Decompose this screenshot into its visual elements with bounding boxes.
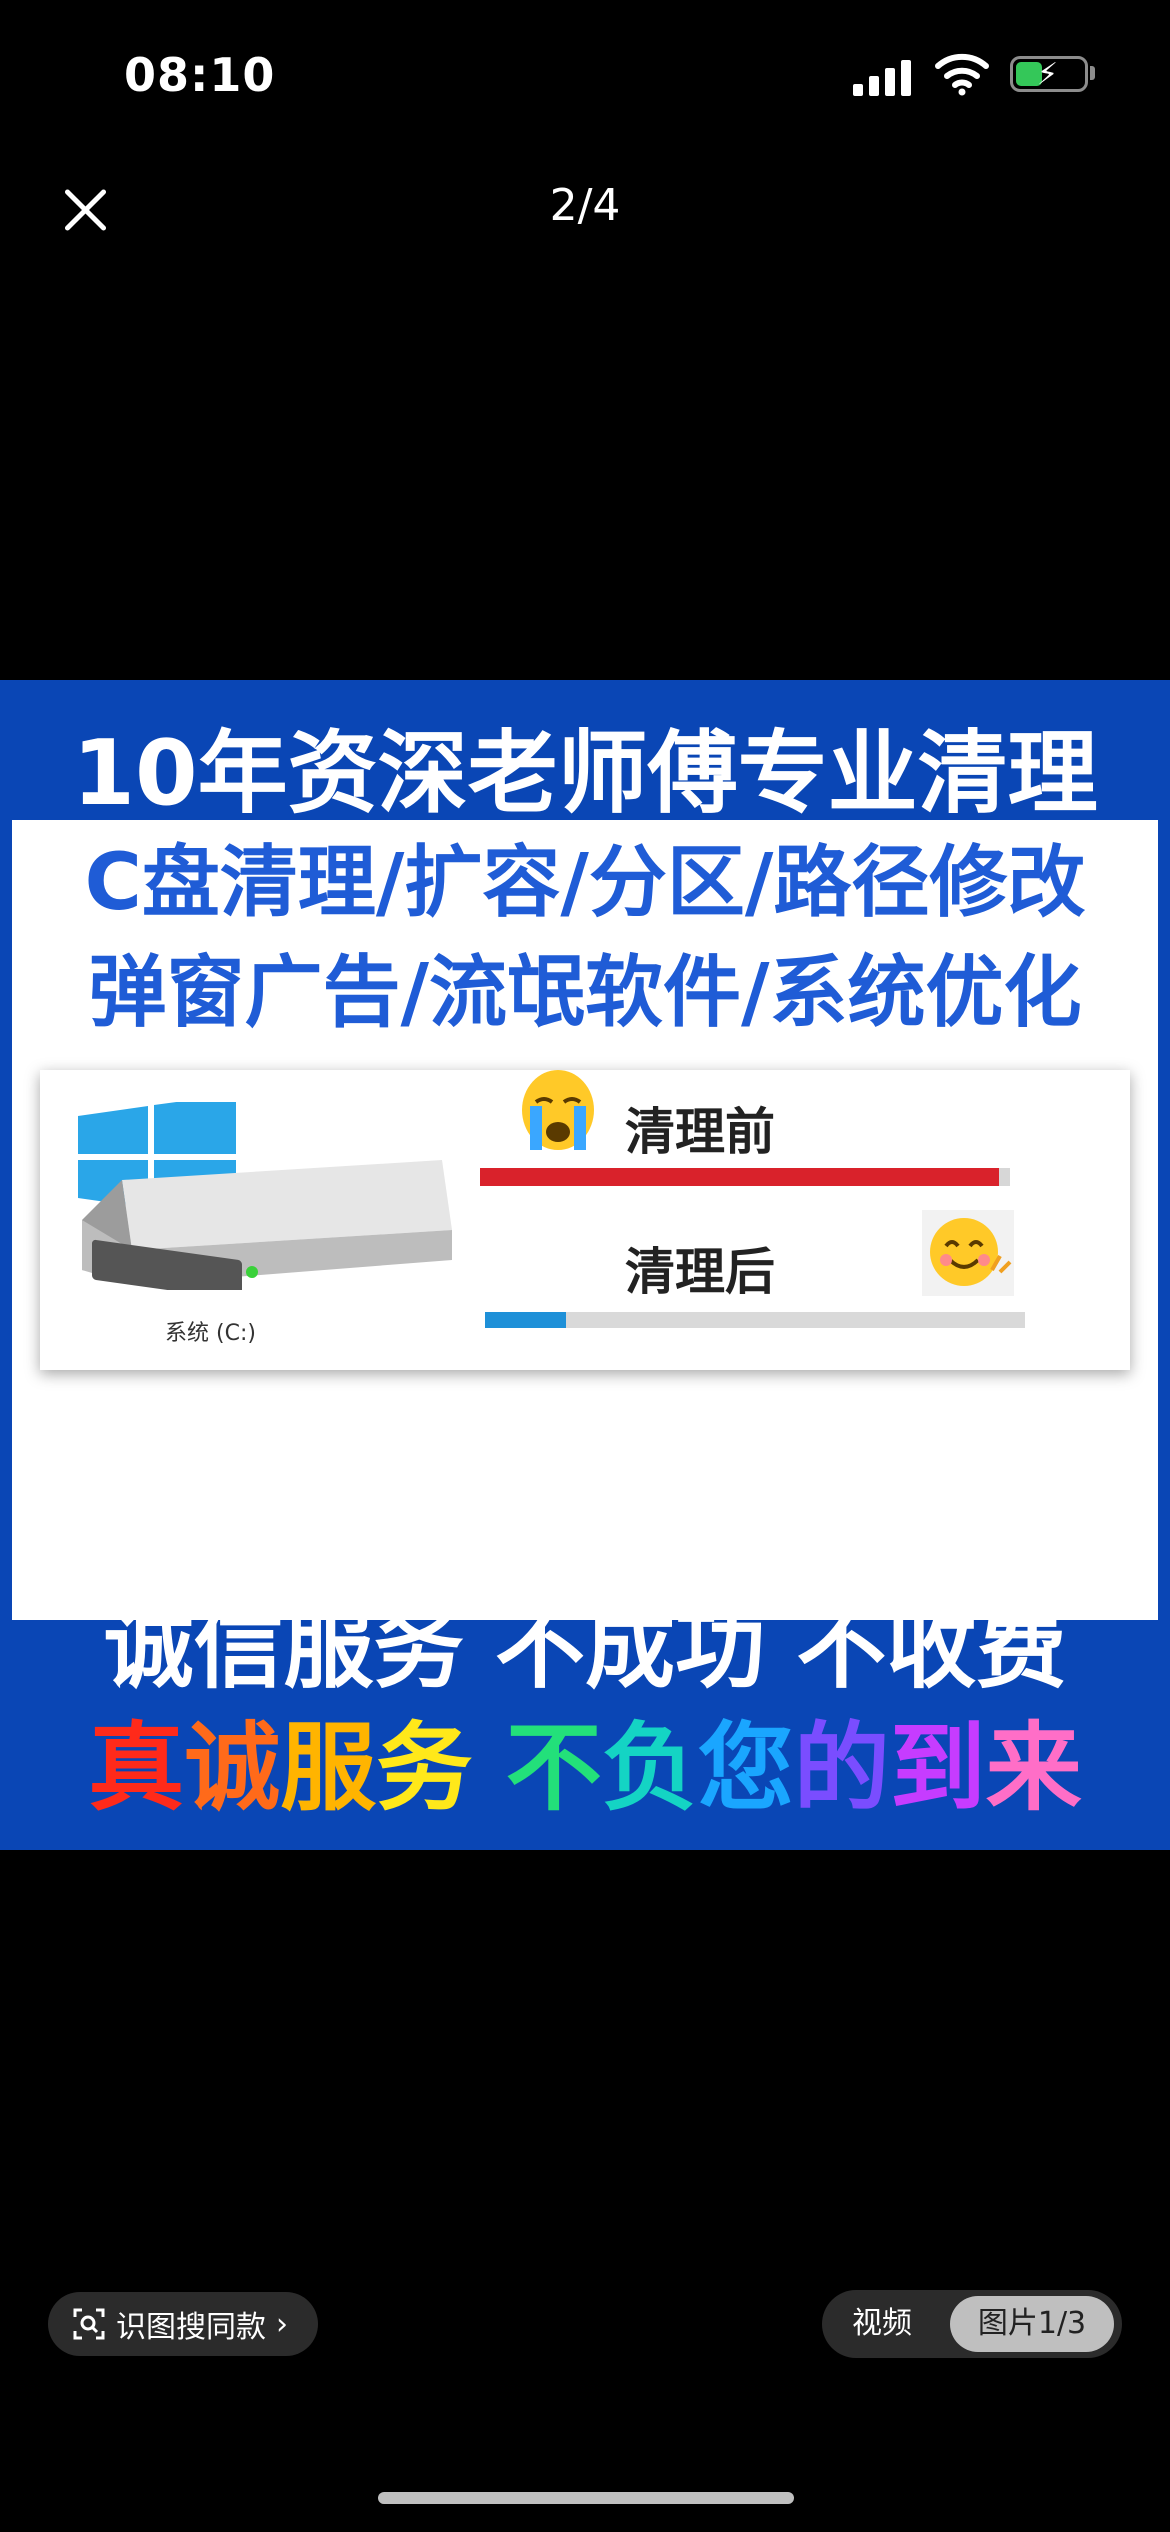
poster-rainbow-slogan: 真诚服务 不负您的到来	[0, 1690, 1170, 1829]
tab-video[interactable]: 视频	[852, 2290, 912, 2358]
rainbow-slogan-char: 负	[601, 1712, 698, 1824]
image-counter: 2/4	[549, 180, 621, 231]
smiling-emoji-icon	[922, 1210, 1014, 1296]
rainbow-slogan-char: 不	[505, 1712, 602, 1824]
rainbow-slogan-char: 诚	[184, 1712, 281, 1824]
rainbow-slogan-char: 的	[793, 1712, 890, 1824]
after-usage-bar-fill	[485, 1312, 566, 1328]
before-usage-bar	[480, 1168, 1010, 1186]
rainbow-slogan-char: 务	[376, 1712, 473, 1824]
rainbow-slogan-char: 您	[697, 1712, 794, 1824]
before-usage-bar-fill	[480, 1168, 1000, 1186]
drive-label: 系统 (C:)	[165, 1321, 256, 1346]
scan-search-icon	[73, 2308, 105, 2340]
before-cleanup-label: 清理前	[625, 1103, 775, 1161]
cellular-signal-icon	[853, 56, 915, 96]
poster-promise-line: 还您一台干净清爽的电脑	[90, 1481, 1080, 1586]
home-indicator[interactable]	[378, 2492, 794, 2504]
chevron-right-icon: ›	[276, 2306, 288, 2342]
crying-emoji-icon	[522, 1070, 594, 1150]
after-usage-bar	[485, 1312, 1025, 1328]
rainbow-slogan-char: 真	[88, 1712, 185, 1824]
wifi-icon	[935, 53, 989, 96]
media-type-switcher: 视频 图片1/3	[822, 2290, 1122, 2358]
battery-icon: ⚡	[1010, 56, 1088, 92]
image-search-label: 识图搜同款	[116, 2310, 266, 2345]
poster-image[interactable]: 10年资深老师傅专业清理 C盘清理/扩容/分区/路径修改 弹窗广告/流氓软件/系…	[0, 680, 1170, 1850]
battery-cap	[1090, 66, 1095, 80]
image-search-button[interactable]: 识图搜同款 ›	[48, 2292, 318, 2356]
rainbow-slogan-char: 到	[889, 1712, 986, 1824]
status-time: 08:10	[124, 48, 276, 102]
rainbow-slogan-char	[472, 1712, 505, 1824]
hard-drive-icon	[82, 1160, 452, 1290]
poster-services-line-2: 弹窗广告/流氓软件/系统优化	[88, 948, 1082, 1038]
after-cleanup-label: 清理后	[625, 1243, 775, 1301]
tab-picture[interactable]: 图片1/3	[950, 2296, 1114, 2352]
rainbow-slogan-char: 服	[280, 1712, 377, 1824]
rainbow-slogan-char: 来	[985, 1712, 1082, 1824]
poster-services-line: C盘清理/扩容/分区/路径修改	[84, 838, 1086, 928]
poster-guarantee-line: 诚信服务 不成功 不收费	[103, 1596, 1067, 1701]
poster-headline: 10年资深老师傅专业清理	[72, 721, 1098, 826]
